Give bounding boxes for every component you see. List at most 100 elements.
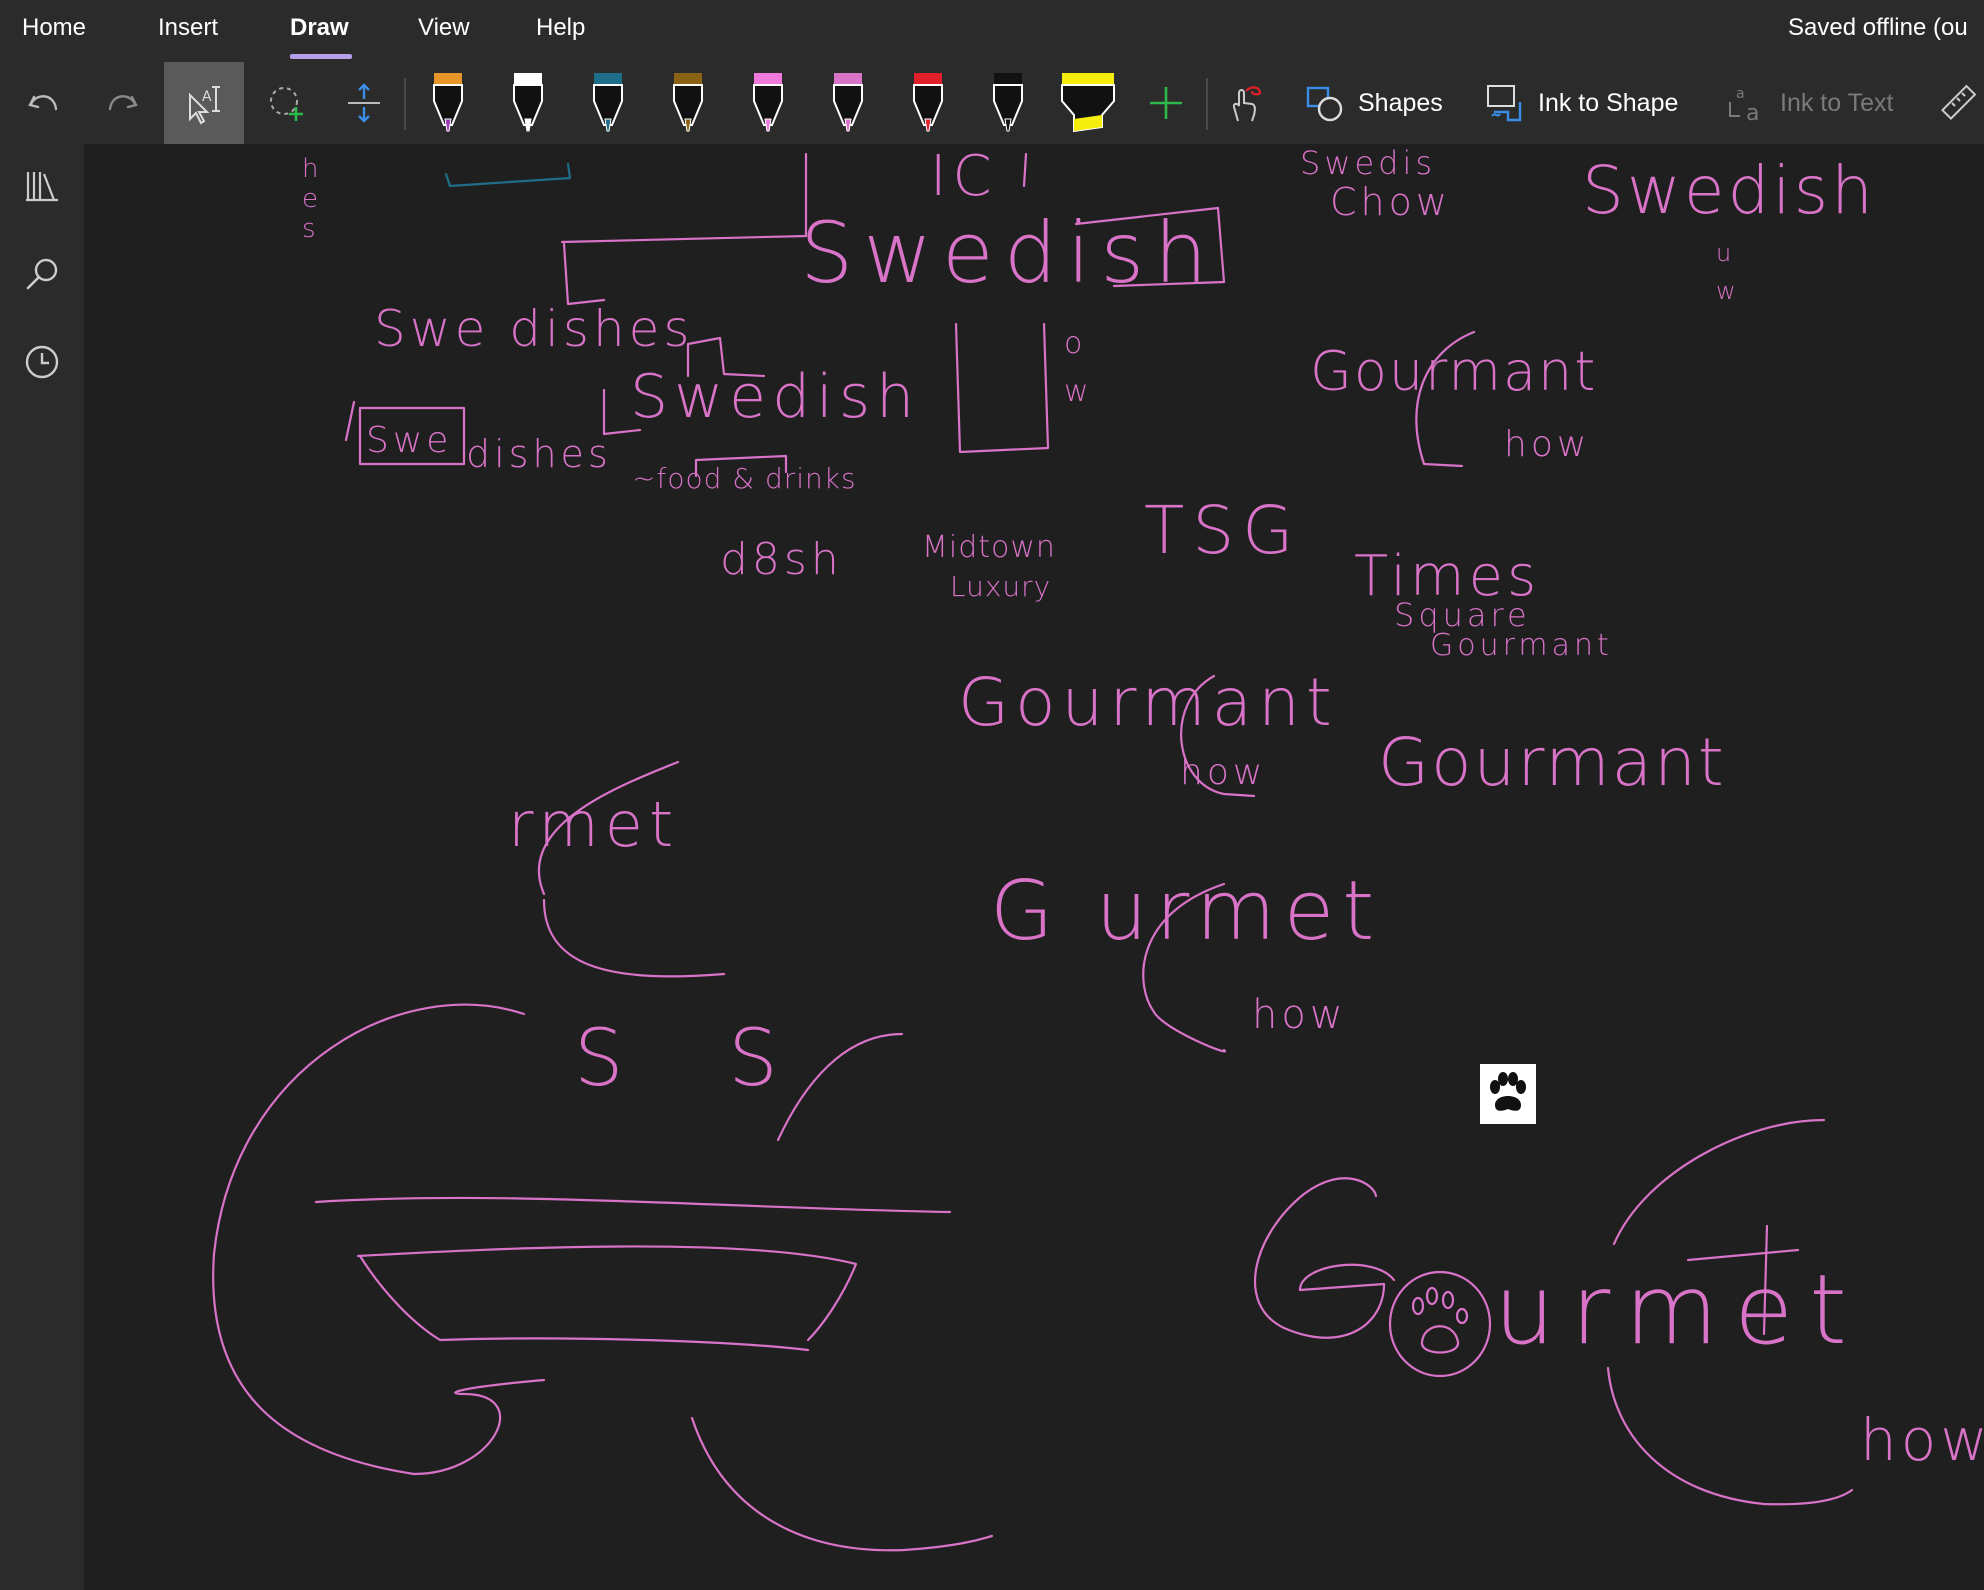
tab-help[interactable]: Help <box>536 14 585 42</box>
lasso-add-icon <box>270 87 303 121</box>
ink-word-gourmant-2: Gourmant <box>958 664 1338 741</box>
search-button[interactable] <box>14 246 70 302</box>
redo-button[interactable] <box>92 62 152 144</box>
pen-icon <box>513 73 543 132</box>
ink-word-swedis: Swedis <box>1300 144 1437 182</box>
ruler-button[interactable] <box>1932 62 1984 144</box>
ink-word-gourmet-big: urmet <box>1494 1254 1863 1366</box>
ink-to-shape-button[interactable]: Ink to Shape <box>1484 62 1694 144</box>
ink-word-gourmant-ts: Gourmant <box>1430 628 1613 663</box>
ink-word-midtown: Midtown <box>922 530 1056 565</box>
tab-home[interactable]: Home <box>22 14 86 42</box>
ink-word-uw: u w <box>1716 239 1740 305</box>
paw-pad <box>1420 1325 1460 1354</box>
plus-icon <box>1150 87 1182 119</box>
ink-word-gurmet: G urmet <box>990 864 1383 959</box>
red-pen-button[interactable] <box>898 62 958 144</box>
touch-draw-icon <box>1232 86 1262 122</box>
tab-draw[interactable]: Draw <box>290 14 349 42</box>
drawing-canvas[interactable]: h e s IC Swedish Swedis Chow Swedish u w… <box>84 144 1984 1590</box>
ink-word-swe-box: Swe <box>366 420 453 461</box>
ink-to-text-icon: a a <box>1729 86 1759 124</box>
add-space-button[interactable] <box>334 62 394 144</box>
paw-toe <box>1455 1307 1469 1325</box>
tab-insert[interactable]: Insert <box>158 14 218 42</box>
ink-to-shape-label: Ink to Shape <box>1538 88 1679 117</box>
pen-icon <box>993 73 1023 132</box>
light-pink-pen-button[interactable] <box>818 62 878 144</box>
ink-word-luxury: Luxury <box>950 570 1052 603</box>
sync-status: Saved offline (ou <box>1788 14 1968 41</box>
ink-word-hes: h e s <box>302 154 323 244</box>
ink-word-dish: d8sh <box>720 534 843 585</box>
pen-icon <box>913 73 943 132</box>
active-tab-indicator <box>290 54 352 59</box>
type-select-tool-button[interactable]: A <box>164 62 244 144</box>
white-pen-button[interactable] <box>498 62 558 144</box>
search-icon <box>26 258 58 290</box>
notebooks-button[interactable] <box>14 158 70 214</box>
ink-word-how-2: how <box>1180 752 1267 793</box>
pink-glitter-pen-button[interactable] <box>738 62 798 144</box>
ink-word-ss: S S <box>574 1014 818 1104</box>
touch-drawing-button[interactable] <box>1214 62 1274 144</box>
ink-word-dishes: dishes <box>466 432 612 476</box>
ink-word-chow: Chow <box>1330 180 1451 224</box>
paw-toe <box>1425 1286 1439 1306</box>
ink-to-text-label: Ink to Text <box>1780 88 1894 117</box>
ink-word-how-3: how <box>1252 992 1347 1038</box>
ink-word-how-big: how <box>1860 1406 1984 1474</box>
ink-to-text-button[interactable]: a a Ink to Text <box>1726 62 1906 144</box>
shapes-button[interactable]: Shapes <box>1304 62 1454 144</box>
ink-word-swedish-tr: Swedish <box>1582 152 1876 229</box>
svg-text:a: a <box>1746 101 1759 124</box>
orange-purple-pen-button[interactable] <box>418 62 478 144</box>
add-space-icon <box>348 83 380 123</box>
shapes-label: Shapes <box>1358 88 1443 117</box>
ink-word-swe-dishes: Swe dishes <box>374 300 694 358</box>
shapes-icon <box>1306 86 1343 122</box>
ink-word-how-1: how <box>1504 424 1591 465</box>
ink-word-ic: IC <box>930 144 998 209</box>
recent-notes-button[interactable] <box>14 334 70 390</box>
undo-button[interactable] <box>14 62 74 144</box>
pen-icon <box>753 73 783 132</box>
black-pen-button[interactable] <box>978 62 1038 144</box>
type-select-icon: A <box>189 86 220 125</box>
lasso-select-button[interactable] <box>256 62 316 144</box>
ink-word-ow: o w <box>1064 326 1093 409</box>
menu-bar: Home Insert Draw View Help Saved offline… <box>0 0 1984 62</box>
pen-icon <box>593 73 623 132</box>
ink-to-shape-icon <box>1487 85 1522 122</box>
draw-toolbar: A Shapes Ink to Shape a a Ink to Text <box>0 62 1984 145</box>
pen-icon <box>673 73 703 132</box>
ink-word-gourmant-1: Gourmant <box>1310 340 1598 403</box>
ink-word-swedish-big: Swedish <box>800 204 1218 302</box>
paw-print-icon <box>1490 1072 1526 1111</box>
toolbar-separator <box>1206 78 1208 130</box>
ink-word-swedish-mid: Swedish <box>630 362 921 432</box>
brown-pen-button[interactable] <box>658 62 718 144</box>
library-icon <box>26 172 58 202</box>
svg-text:a: a <box>1736 86 1745 102</box>
pen-icon <box>833 73 863 132</box>
pen-icon <box>433 73 463 132</box>
toolbar-separator <box>404 78 406 130</box>
clock-icon <box>25 345 59 379</box>
redo-icon <box>108 95 138 111</box>
svg-text:A: A <box>202 89 212 105</box>
ink-word-rmet: rmet <box>508 788 680 861</box>
ink-word-gourmant-3: Gourmant <box>1378 724 1726 801</box>
yellow-highlighter-button[interactable] <box>1058 62 1118 144</box>
teal-pen-button[interactable] <box>578 62 638 144</box>
highlighter-icon <box>1061 73 1115 133</box>
paw-toe <box>1441 1290 1455 1310</box>
paw-print-image[interactable] <box>1480 1064 1536 1124</box>
add-pen-button[interactable] <box>1136 62 1196 144</box>
tab-view[interactable]: View <box>418 14 470 42</box>
ink-word-food-drinks: ~food & drinks <box>632 462 857 495</box>
undo-icon <box>28 95 58 111</box>
ink-word-tsg: TSG <box>1144 492 1302 569</box>
navigation-sidebar <box>0 144 84 1590</box>
paw-toe <box>1411 1296 1425 1316</box>
